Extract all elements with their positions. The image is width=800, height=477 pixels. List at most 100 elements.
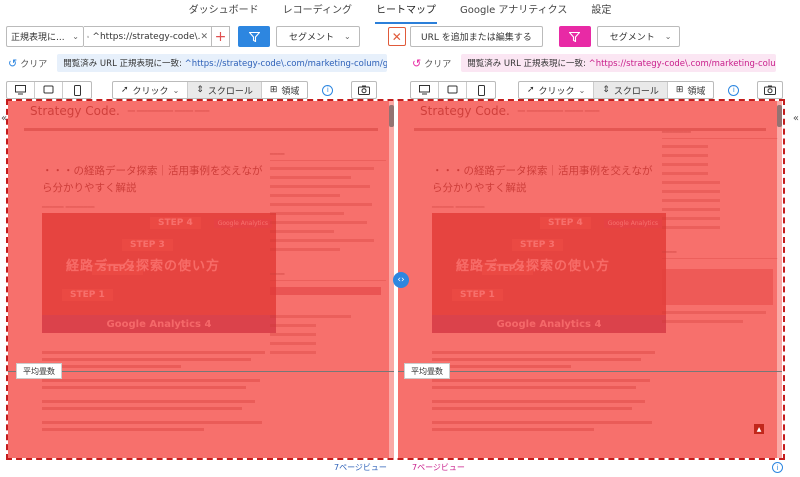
mode-area[interactable]: ⊞ 領域 xyxy=(262,82,308,98)
segment-label: セグメント xyxy=(609,33,655,43)
desktop-button[interactable] xyxy=(411,82,439,98)
tab-recordings[interactable]: レコーディング xyxy=(282,0,353,24)
site-header: Strategy Code. ━━ ━━━━━━━━━━ ━━━━━ ━━━━ xyxy=(398,101,782,121)
mobile-button[interactable] xyxy=(63,82,91,98)
right-heatmap-pane[interactable]: Strategy Code. ━━ ━━━━━━━━━━ ━━━━━ ━━━━ … xyxy=(398,101,782,458)
left-active-filter: ↺ クリア 閲覧済み URL 正規表現に一致: ^https://strateg… xyxy=(8,54,390,72)
footer-info-icon[interactable]: i xyxy=(772,462,783,473)
add-url-button[interactable]: + xyxy=(212,26,230,47)
hero-title: 経路データ探索の使い方 xyxy=(66,259,221,274)
left-view-toolbar: ➚ クリック ⌄ ⇕ スクロール ⊞ 領域 i xyxy=(6,81,378,99)
hero-image: Google Analytics STEP 4 STEP 3 STEP 2 ST… xyxy=(42,213,276,333)
tablet-button[interactable] xyxy=(35,82,63,98)
info-icon[interactable]: i xyxy=(728,84,740,96)
scroll-thumb[interactable] xyxy=(389,105,394,127)
filter-icon xyxy=(569,31,581,42)
mobile-icon xyxy=(73,84,81,96)
mode-scroll[interactable]: ⇕ スクロール xyxy=(594,82,668,98)
screenshot-button-right[interactable] xyxy=(757,81,784,99)
back-to-top-button[interactable]: ▲ xyxy=(754,424,764,434)
plus-icon: + xyxy=(214,28,227,45)
site-header: Strategy Code. ━━ ━━━━━━━━━━ ━━━━━ ━━━━ xyxy=(8,101,394,121)
arrow-up-icon: ▲ xyxy=(756,425,762,433)
mode-label: クリック xyxy=(132,86,169,97)
device-switcher xyxy=(6,81,92,99)
filter-icon xyxy=(248,31,260,42)
clear-label: クリア xyxy=(424,59,452,70)
mode-click[interactable]: ➚ クリック ⌄ xyxy=(113,82,189,98)
collapse-left-icon[interactable]: « xyxy=(1,113,7,124)
left-url-filter-row: 正規表現に... ⌄ ^https://strategy-code\. ✕ + … xyxy=(6,26,406,47)
swap-icon: ‹› xyxy=(397,275,405,285)
clear-label: クリア xyxy=(20,59,48,70)
tab-google-analytics[interactable]: Google アナリティクス xyxy=(459,0,568,24)
camera-icon xyxy=(764,85,777,95)
mobile-icon xyxy=(477,84,485,96)
right-pane-scrollbar[interactable] xyxy=(777,101,782,458)
desktop-icon xyxy=(419,85,430,95)
segment-select[interactable]: セグメント ⌄ xyxy=(276,26,360,47)
tab-dashboard[interactable]: ダッシュボード xyxy=(188,0,260,24)
desktop-button[interactable] xyxy=(7,82,35,98)
tab-heatmap[interactable]: ヒートマップ xyxy=(374,0,437,24)
sidebar-heading: ━━━━ xyxy=(270,271,386,281)
article-body xyxy=(432,351,664,435)
avg-fold-line xyxy=(8,371,394,372)
article-body xyxy=(42,351,274,435)
clear-input-icon[interactable]: ✕ xyxy=(200,32,208,42)
collapse-right-icon[interactable]: « xyxy=(793,113,799,124)
site-nav: ━━ ━━━━━━━━━━ ━━━━━ ━━━━ xyxy=(127,107,210,115)
mode-scroll[interactable]: ⇕ スクロール xyxy=(188,82,262,98)
undo-icon: ↺ xyxy=(412,56,422,70)
heatmap-mode-switcher: ➚ クリック ⌄ ⇕ スクロール ⊞ 領域 xyxy=(112,81,309,99)
site-nav: ━━ ━━━━━━━━━━ ━━━━━ ━━━━ xyxy=(517,107,600,115)
mode-click[interactable]: ➚ クリック ⌄ xyxy=(519,82,595,98)
desktop-icon xyxy=(15,85,26,95)
segment-select-right[interactable]: セグメント ⌄ xyxy=(596,26,681,47)
cursor-icon: ➚ xyxy=(121,85,129,95)
search-icon xyxy=(87,35,90,38)
swap-panes-button[interactable]: ‹› xyxy=(393,272,409,288)
right-url-filter-row: URL を追加または編集する セグメント ⌄ ✕ xyxy=(410,26,800,47)
filter-prefix: 閲覧済み URL 正規表現に一致: xyxy=(63,59,185,69)
avg-fold-line xyxy=(398,371,782,372)
scroll-icon: ⇕ xyxy=(602,85,610,95)
sidebar-heading: ━━━━ xyxy=(270,151,386,161)
url-input[interactable]: ^https://strategy-code\. ✕ xyxy=(84,26,212,47)
article-meta: ━━━━━━ ━━━━━━━━ xyxy=(42,204,95,211)
left-heatmap-pane[interactable]: Strategy Code. ━━ ━━━━━━━━━━ ━━━━━ ━━━━ … xyxy=(8,101,394,458)
segment-label: セグメント xyxy=(289,33,335,43)
tab-settings[interactable]: 設定 xyxy=(590,0,612,24)
info-icon[interactable]: i xyxy=(322,84,334,96)
clear-filter-button-right[interactable]: ↺ クリア xyxy=(412,57,451,70)
clear-filter-button[interactable]: ↺ クリア xyxy=(8,57,47,70)
tablet-button[interactable] xyxy=(439,82,467,98)
pageview-text: ページビュー xyxy=(339,463,387,472)
active-filter-chip-right: 閲覧済み URL 正規表現に一致: ^https://strategy-code… xyxy=(461,54,777,72)
chevron-down-icon: ⌄ xyxy=(578,85,586,95)
mode-label: クリック xyxy=(538,86,575,97)
area-icon: ⊞ xyxy=(269,85,278,95)
scroll-icon: ⇕ xyxy=(196,85,204,95)
hero-step: STEP 3 xyxy=(122,239,173,251)
mobile-button[interactable] xyxy=(467,82,495,98)
match-type-select[interactable]: 正規表現に... ⌄ xyxy=(6,26,84,47)
apply-filter-button[interactable] xyxy=(238,26,270,47)
apply-filter-button-right[interactable] xyxy=(558,26,591,47)
article-title: ・・・の経路データ探索｜活用事例を交えながら分かりやすく解説 xyxy=(432,165,653,194)
sidebar-heading: ━━━━━━━━ xyxy=(662,129,778,139)
active-filter-chip: 閲覧済み URL 正規表現に一致: ^https://strategy-code… xyxy=(57,54,388,72)
scroll-thumb[interactable] xyxy=(777,105,782,127)
add-edit-url-button[interactable]: URL を追加または編集する xyxy=(410,26,543,47)
chevron-down-icon: ⌄ xyxy=(72,32,79,41)
mode-area[interactable]: ⊞ 領域 xyxy=(668,82,714,98)
heatmap-compare-app: ダッシュボード レコーディング ヒートマップ Google アナリティクス 設定… xyxy=(0,0,800,477)
filter-pattern: ^https://strategy-code\.com/marketing-co… xyxy=(184,59,388,69)
close-left-button[interactable]: ✕ xyxy=(387,27,406,46)
hero-step: STEP 1 xyxy=(62,289,113,301)
breadcrumb xyxy=(24,128,378,131)
url-input-value: ^https://strategy-code\. xyxy=(92,31,201,42)
screenshot-button[interactable] xyxy=(351,81,378,99)
article-meta: ━━━━━━ ━━━━━━━━ xyxy=(432,204,485,211)
tablet-icon xyxy=(43,85,54,94)
